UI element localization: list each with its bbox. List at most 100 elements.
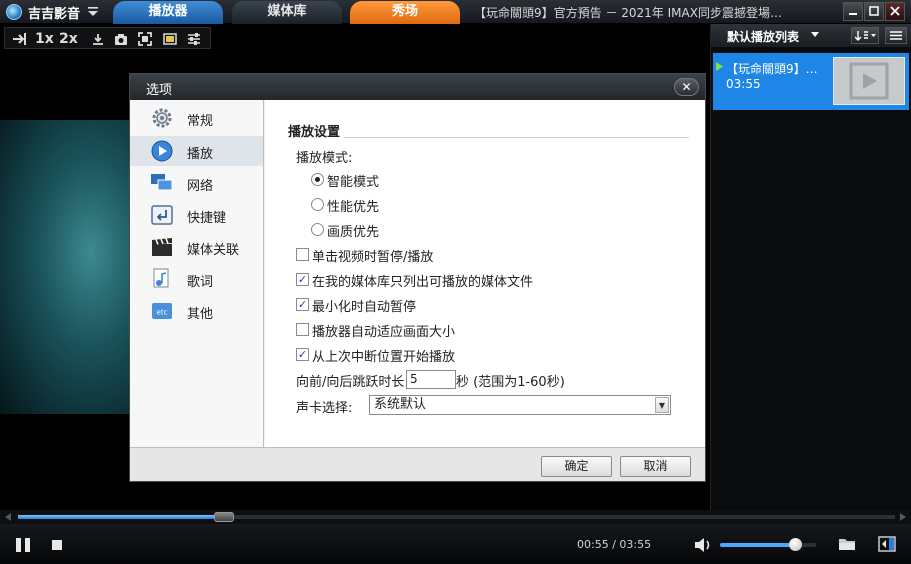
volume-slider[interactable] (720, 538, 816, 551)
total-time: 03:55 (619, 538, 652, 551)
sidebar-item-general[interactable]: 常规 (130, 103, 263, 133)
control-bar: 00:55 / 03:55 (0, 524, 911, 564)
radio-quality-first[interactable] (311, 223, 324, 236)
checkbox-label[interactable]: 播放器自动适应画面大小 (312, 321, 455, 340)
tab-player[interactable]: 播放器 (113, 1, 223, 24)
volume-icon[interactable] (693, 536, 713, 554)
seek-forward-arrow-icon[interactable] (899, 513, 907, 521)
playlist-dropdown-icon[interactable] (811, 32, 819, 38)
playlist-item-title: 【玩命關頭9】… (726, 62, 818, 76)
speed-1x-button[interactable]: 1x (35, 31, 54, 47)
video-frame (0, 120, 130, 414)
radio-label[interactable]: 性能优先 (327, 196, 379, 215)
fullscreen-icon[interactable] (137, 31, 153, 47)
seek-progress-fill (18, 515, 225, 519)
sort-icon (854, 31, 876, 41)
checkbox-auto-fit[interactable] (296, 323, 309, 336)
film-play-icon (849, 62, 889, 100)
play-mode-label: 播放模式: (296, 151, 353, 166)
video-thumbnail (833, 57, 905, 105)
sound-card-label: 声卡选择: (296, 401, 353, 416)
sidebar-item-label: 媒体关联 (187, 243, 240, 258)
maximize-icon (869, 6, 879, 16)
checkbox-label[interactable]: 单击视频时暂停/播放 (312, 246, 433, 265)
sidebar-item-label: 播放 (187, 147, 214, 162)
sidebar-item-network[interactable]: 网络 (130, 168, 263, 198)
clapper-icon (152, 238, 172, 256)
pin-top-icon[interactable] (90, 31, 106, 47)
sidebar-item-media-association[interactable]: 媒体关联 (130, 232, 263, 262)
dialog-footer: 确定 取消 (130, 447, 705, 481)
tab-media-library[interactable]: 媒体库 (232, 1, 342, 24)
seek-back-arrow-icon[interactable] (4, 513, 12, 521)
seek-track[interactable] (18, 512, 895, 522)
checkbox-label[interactable]: 在我的媒体库只列出可播放的媒体文件 (312, 271, 533, 290)
radio-performance-first[interactable] (311, 198, 324, 211)
sidebar-item-label: 歌词 (187, 275, 214, 290)
close-window-button[interactable] (885, 2, 905, 21)
options-sidebar: 常规 播放 网络 快捷键 媒体关联 歌词 etc 其他 (130, 100, 264, 447)
checkbox-label[interactable]: 从上次中断位置开始播放 (312, 346, 455, 365)
stop-icon[interactable] (51, 539, 63, 551)
checkbox-label[interactable]: 最小化时自动暂停 (312, 296, 416, 315)
pause-icon[interactable] (14, 537, 32, 553)
time-display: 00:55 / 03:55 (577, 538, 651, 551)
video-title: 【玩命關頭9】官方預告 － 2021年 IMAX同步震撼登場… (474, 6, 782, 20)
section-divider (344, 137, 689, 138)
volume-handle[interactable] (789, 538, 803, 551)
playlist-header: 默认播放列表 (711, 24, 911, 47)
options-content: 播放设置 播放模式: 智能模式 性能优先 画质优先 单击视频时暂停/播放 ✓ 在… (265, 100, 705, 447)
network-icon (151, 174, 173, 191)
seek-bar[interactable] (0, 510, 911, 524)
seek-handle[interactable] (214, 512, 235, 522)
sidebar-item-playback[interactable]: 播放 (130, 136, 263, 166)
toggle-playlist-icon[interactable] (878, 536, 896, 552)
screenshot-camera-icon[interactable] (113, 31, 129, 47)
radio-label[interactable]: 画质优先 (327, 221, 379, 240)
settings-sliders-icon[interactable] (186, 31, 202, 47)
speed-2x-button[interactable]: 2x (59, 31, 78, 47)
dialog-close-button[interactable]: ✕ (674, 78, 699, 96)
checkbox-playable-only[interactable]: ✓ (296, 273, 309, 286)
dialog-titlebar[interactable]: 选项 ✕ (130, 74, 705, 100)
sidebar-item-lyrics[interactable]: 歌词 (130, 264, 263, 294)
title-bar: 吉吉影音 播放器 媒体库 秀场 【玩命關頭9】官方預告 － 2021年 IMAX… (0, 0, 911, 24)
tab-show[interactable]: 秀场 (350, 1, 460, 24)
app-logo-icon[interactable] (6, 4, 22, 20)
sound-card-select[interactable]: 系统默认 ▼ (369, 395, 671, 415)
sidebar-item-shortcuts[interactable]: 快捷键 (130, 200, 263, 230)
dialog-title: 选项 (146, 83, 173, 98)
volume-fill (720, 543, 796, 547)
app-menu-dropdown-icon[interactable] (87, 5, 99, 17)
player-toolbar: 1x 2x (4, 27, 211, 49)
app-name: 吉吉影音 (28, 7, 81, 22)
checkbox-click-pause[interactable] (296, 248, 309, 261)
gear-icon (152, 108, 172, 128)
radio-smart-mode[interactable] (311, 173, 324, 186)
snap-arrow-icon[interactable] (11, 31, 27, 47)
playlist-panel: 默认播放列表 【玩命關頭9】… 03:55 (710, 24, 911, 510)
menu-icon (890, 31, 902, 40)
cancel-button[interactable]: 取消 (620, 456, 691, 477)
open-folder-icon[interactable] (838, 536, 856, 552)
minimize-button[interactable] (843, 2, 863, 21)
jump-duration-unit: 秒 (范围为1-60秒) (456, 375, 565, 390)
sidebar-item-label: 其他 (187, 307, 214, 322)
maximize-button[interactable] (864, 2, 884, 21)
checkbox-minimize-pause[interactable]: ✓ (296, 298, 309, 311)
radio-label[interactable]: 智能模式 (327, 171, 379, 190)
playlist-menu-button[interactable] (885, 27, 907, 44)
sidebar-item-other[interactable]: etc 其他 (130, 296, 263, 326)
playlist-sort-button[interactable] (851, 27, 879, 44)
chevron-down-icon[interactable]: ▼ (655, 397, 669, 413)
jump-duration-input[interactable]: 5 (406, 370, 456, 389)
playlist-title[interactable]: 默认播放列表 (727, 28, 799, 45)
now-playing-icon (716, 62, 723, 71)
options-dialog: 选项 ✕ 常规 播放 网络 快捷键 媒体关联 歌词 etc 其他 播放设置 播放… (129, 73, 706, 482)
checkbox-resume-playback[interactable]: ✓ (296, 348, 309, 361)
ok-button[interactable]: 确定 (541, 456, 612, 477)
picture-adjust-icon[interactable] (162, 31, 178, 47)
playlist-item[interactable]: 【玩命關頭9】… 03:55 (713, 53, 909, 110)
jump-duration-label: 向前/向后跳跃时长: (296, 375, 409, 390)
sidebar-item-label: 常规 (187, 114, 214, 129)
